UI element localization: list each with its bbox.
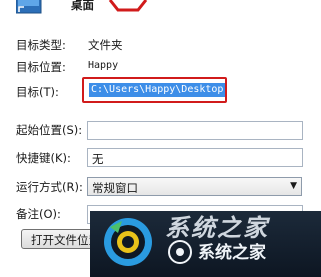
watermark-logo-icon	[104, 218, 152, 266]
start-in-label: 起始位置(S):	[16, 123, 83, 137]
chevron-down-icon: ▼	[290, 181, 297, 191]
target-type-label: 目标类型:	[16, 38, 66, 52]
desktop-shortcut-icon	[16, 0, 42, 14]
watermark-main-text: 系统之家	[198, 243, 266, 263]
target-label: 目标(T):	[16, 85, 59, 99]
run-select-value: 常规窗口	[92, 181, 138, 195]
target-location-value: Happy	[88, 60, 119, 71]
target-input[interactable]: C:\Users\Happy\Desktop	[89, 83, 226, 97]
watermark-circle-icon	[168, 240, 192, 264]
shortcut-key-value: 无	[92, 152, 104, 166]
arrow-icon	[108, 0, 148, 12]
target-location-label: 目标位置:	[16, 60, 66, 74]
comment-label: 备注(O):	[16, 207, 61, 221]
shortcut-key-input[interactable]: 无	[87, 148, 303, 167]
run-select[interactable]: 常规窗口 ▼	[87, 177, 302, 196]
run-label: 运行方式(R):	[16, 180, 83, 194]
start-in-input[interactable]	[87, 121, 303, 140]
target-type-value: 文件夹	[88, 38, 123, 52]
shortcut-title: 桌面	[71, 0, 94, 12]
shortcut-key-label: 快捷键(K):	[16, 151, 71, 165]
